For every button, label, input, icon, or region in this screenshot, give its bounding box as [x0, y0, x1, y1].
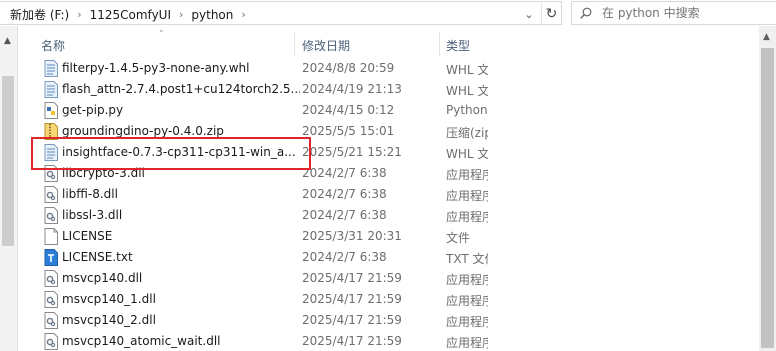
highlight-annotation	[31, 137, 311, 170]
vertical-scrollbar[interactable]: ▲	[759, 26, 776, 351]
file-row[interactable]: filterpy-1.4.5-py3-none-any.whl 2024/8/8 …	[18, 58, 776, 79]
file-type: Python File	[446, 103, 488, 117]
scroll-up-arrow-icon[interactable]: ▲	[763, 32, 770, 42]
file-date-modified: 2025/3/31 20:31	[302, 229, 402, 243]
column-header-name[interactable]: 名称	[41, 37, 65, 54]
file-row[interactable]: flash_attn-2.7.4.post1+cu124torch2.5....…	[18, 79, 776, 100]
whl-file-icon	[44, 60, 58, 77]
file-row[interactable]: msvcp140_atomic_wait.dll 2025/4/17 21:59 应…	[18, 331, 776, 351]
file-name: msvcp140_2.dll	[62, 313, 156, 327]
file-type: WHL 文件	[446, 147, 488, 161]
dll-file-icon	[44, 207, 58, 224]
file-type: 应用程序扩展	[446, 210, 488, 224]
file-name: filterpy-1.4.5-py3-none-any.whl	[62, 61, 250, 75]
dll-file-icon	[44, 186, 58, 203]
column-divider[interactable]	[294, 32, 295, 56]
search-box[interactable]	[571, 1, 776, 25]
file-date-modified: 2024/4/19 21:13	[302, 82, 402, 96]
chevron-right-icon[interactable]: ›	[235, 8, 251, 21]
column-divider[interactable]	[439, 32, 440, 56]
breadcrumb-python[interactable]: python	[189, 8, 235, 22]
file-name: flash_attn-2.7.4.post1+cu124torch2.5....	[62, 82, 300, 96]
chevron-right-icon[interactable]: ›	[173, 8, 189, 21]
search-icon	[580, 7, 592, 19]
file-type: 应用程序扩展	[446, 273, 488, 287]
column-header-date[interactable]: 修改日期	[302, 37, 350, 54]
file-type: WHL 文件	[446, 63, 488, 77]
blank-file-icon	[44, 228, 58, 245]
file-row[interactable]: msvcp140_2.dll 2025/4/17 21:59 应用程序扩展	[18, 310, 776, 331]
refresh-icon[interactable]: ↻	[541, 3, 561, 25]
sort-ascending-icon: ˄	[159, 30, 164, 40]
file-type: TXT 文件	[446, 252, 488, 266]
file-type: WHL 文件	[446, 84, 488, 98]
breadcrumb-drive[interactable]: 新加卷 (F:)	[8, 6, 71, 23]
file-date-modified: 2025/5/5 15:01	[302, 124, 395, 138]
file-row[interactable]: get-pip.py 2024/4/15 0:12 Python File	[18, 100, 776, 121]
dll-file-icon	[44, 270, 58, 287]
scrollbar-thumb[interactable]	[761, 48, 774, 348]
file-row[interactable]: libssl-3.dll 2024/2/7 6:38 应用程序扩展	[18, 205, 776, 226]
file-date-modified: 2024/4/15 0:12	[302, 103, 395, 117]
file-date-modified: 2024/8/8 20:59	[302, 61, 395, 75]
file-date-modified: 2025/4/17 21:59	[302, 334, 402, 348]
python-file-icon	[44, 102, 58, 119]
file-name: LICENSE.txt	[62, 250, 133, 264]
address-bar[interactable]: 新加卷 (F:) › 1125ComfyUI › python › ⌄ ↻	[0, 1, 562, 25]
file-date-modified: 2024/2/7 6:38	[302, 166, 387, 180]
file-row[interactable]: msvcp140_1.dll 2025/4/17 21:59 应用程序扩展	[18, 289, 776, 310]
file-date-modified: 2025/4/17 21:59	[302, 313, 402, 327]
file-type: 应用程序扩展	[446, 189, 488, 203]
file-row[interactable]: LICENSE 2025/3/31 20:31 文件	[18, 226, 776, 247]
file-name: libffi-8.dll	[62, 187, 118, 201]
column-header-type[interactable]: 类型	[446, 37, 470, 54]
file-type: 应用程序扩展	[446, 315, 488, 329]
file-date-modified: 2025/4/17 21:59	[302, 271, 402, 285]
search-input[interactable]	[602, 6, 762, 20]
file-list: filterpy-1.4.5-py3-none-any.whl 2024/8/8 …	[18, 58, 776, 351]
txt-file-icon	[44, 249, 58, 266]
breadcrumb-comfyui[interactable]: 1125ComfyUI	[88, 8, 173, 22]
file-date-modified: 2024/2/7 6:38	[302, 187, 387, 201]
file-type: 文件	[446, 231, 471, 245]
file-type: 应用程序扩展	[446, 294, 488, 308]
scrollbar-thumb[interactable]	[2, 76, 14, 246]
chevron-right-icon[interactable]: ›	[71, 8, 87, 21]
column-headers: ˄ 名称 修改日期 类型	[18, 30, 776, 58]
whl-file-icon	[44, 81, 58, 98]
file-row[interactable]: LICENSE.txt 2024/2/7 6:38 TXT 文件	[18, 247, 776, 268]
dll-file-icon	[44, 291, 58, 308]
file-date-modified: 2024/2/7 6:38	[302, 250, 387, 264]
navigation-pane-scrollbar[interactable]: ▲	[0, 26, 18, 351]
file-type: 压缩(zipped)	[446, 126, 488, 140]
file-type: 应用程序扩展	[446, 336, 488, 350]
file-name: msvcp140_atomic_wait.dll	[62, 334, 221, 348]
file-date-modified: 2025/5/21 15:21	[302, 145, 402, 159]
file-name: get-pip.py	[62, 103, 124, 117]
breadcrumb: 新加卷 (F:) › 1125ComfyUI › python ›	[8, 6, 252, 23]
dll-file-icon	[44, 333, 58, 350]
file-date-modified: 2025/4/17 21:59	[302, 292, 402, 306]
address-bar-row: 新加卷 (F:) › 1125ComfyUI › python › ⌄ ↻	[0, 0, 776, 26]
file-date-modified: 2024/2/7 6:38	[302, 208, 387, 222]
address-history-dropdown-icon[interactable]: ⌄	[518, 3, 540, 25]
file-type: 应用程序扩展	[446, 168, 488, 182]
file-name: msvcp140.dll	[62, 271, 143, 285]
file-row[interactable]: libffi-8.dll 2024/2/7 6:38 应用程序扩展	[18, 184, 776, 205]
scroll-up-arrow-icon[interactable]: ▲	[4, 36, 11, 46]
file-name: groundingdino-py-0.4.0.zip	[62, 124, 224, 138]
file-name: msvcp140_1.dll	[62, 292, 156, 306]
file-row[interactable]: msvcp140.dll 2025/4/17 21:59 应用程序扩展	[18, 268, 776, 289]
file-name: libssl-3.dll	[62, 208, 123, 222]
file-name: LICENSE	[62, 229, 113, 243]
dll-file-icon	[44, 312, 58, 329]
